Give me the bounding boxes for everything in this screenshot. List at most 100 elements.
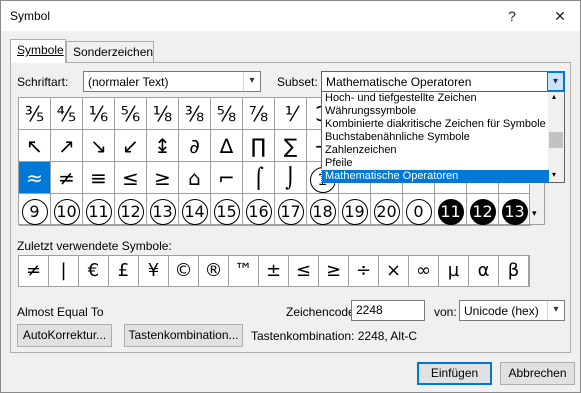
scroll-down-icon[interactable]: ▾ <box>552 170 556 179</box>
subset-option[interactable]: Mathematische Operatoren <box>321 169 550 184</box>
recent-symbol[interactable]: ≤ <box>289 256 319 286</box>
recent-symbol[interactable]: € <box>79 256 109 286</box>
cancel-button[interactable]: Abbrechen <box>500 362 575 385</box>
recent-symbols[interactable]: ≠ | € £ ¥ © ® ™ ± ≤ ≥ ÷ × ∞ µ α β <box>18 255 530 287</box>
recent-symbol[interactable]: | <box>49 256 79 286</box>
symbol-cell[interactable]: ≡ <box>83 162 115 194</box>
recent-symbol[interactable]: ∞ <box>409 256 439 286</box>
symbol-cell[interactable]: ⅝ <box>211 98 243 130</box>
recent-symbol[interactable]: ¥ <box>139 256 169 286</box>
scroll-up-icon[interactable]: ▴ <box>552 92 556 101</box>
symbol-cell[interactable]: 12 <box>115 194 147 226</box>
recent-symbol[interactable]: α <box>469 256 499 286</box>
help-button[interactable]: ? <box>501 5 523 27</box>
symbol-cell[interactable]: ↘ <box>83 130 115 162</box>
symbol-cell[interactable]: ⅘ <box>51 98 83 130</box>
recent-symbol[interactable]: ± <box>259 256 289 286</box>
subset-dropdown-list[interactable]: ▴ ▾ Hoch- und tiefgestellte Zeichen Währu… <box>321 91 565 184</box>
font-select[interactable]: (normaler Text) ▾ <box>83 71 261 92</box>
symbol-cell[interactable]: 14 <box>179 194 211 226</box>
symbol-cell[interactable]: 11 <box>83 194 115 226</box>
symbol-cell[interactable]: ↖ <box>19 130 51 162</box>
symbol-cell[interactable]: ↨ <box>147 130 179 162</box>
scroll-down-icon[interactable]: ▾ <box>532 208 537 219</box>
subset-option[interactable]: Pfeile <box>322 157 549 170</box>
autocorrect-button[interactable]: AutoKorrektur... <box>17 324 112 347</box>
symbol-cell[interactable]: 19 <box>339 194 371 226</box>
character-code-input[interactable]: 2248 <box>351 300 425 321</box>
from-select[interactable]: Unicode (hex) ▾ <box>459 300 565 321</box>
dialog-title: Symbol <box>10 9 51 23</box>
symbol-cell[interactable]: 13 <box>499 194 531 226</box>
symbol-cell[interactable]: 13 <box>147 194 179 226</box>
circled-number: 18 <box>309 199 336 225</box>
symbol-cell[interactable]: ↙ <box>115 130 147 162</box>
symbol-cell[interactable]: ⌐ <box>211 162 243 194</box>
chevron-down-icon[interactable]: ▾ <box>547 301 564 320</box>
symbol-cell[interactable]: ⅙ <box>83 98 115 130</box>
recent-symbol[interactable]: £ <box>109 256 139 286</box>
close-button[interactable]: ✕ <box>549 5 571 27</box>
recent-symbol[interactable]: ≥ <box>319 256 349 286</box>
symbol-cell[interactable]: ⅛ <box>147 98 179 130</box>
symbol-cell[interactable]: ≠ <box>51 162 83 194</box>
subset-select-value: Mathematische Operatoren <box>326 75 472 89</box>
symbol-cell[interactable]: ∏ <box>243 130 275 162</box>
circled-number: 16 <box>245 199 272 225</box>
subset-option[interactable]: Buchstabenähnliche Symbole <box>322 131 549 144</box>
subset-option[interactable]: Kombinierte diakritische Zeichen für Sym… <box>322 118 549 131</box>
symbol-cell[interactable]: ⌠ <box>243 162 275 194</box>
circled-number: 0 <box>405 199 432 225</box>
shortcut-key-button[interactable]: Tastenkombination... <box>124 324 243 347</box>
symbol-cell[interactable]: 17 <box>275 194 307 226</box>
insert-button[interactable]: Einfügen <box>417 362 492 385</box>
symbol-cell[interactable]: 10 <box>51 194 83 226</box>
recent-symbol[interactable]: ™ <box>229 256 259 286</box>
symbol-cell[interactable]: 12 <box>467 194 499 226</box>
symbol-cell[interactable]: 9 <box>19 194 51 226</box>
circled-number: 14 <box>181 199 208 225</box>
symbol-cell[interactable]: ≈ <box>19 162 51 194</box>
symbol-cell[interactable]: ∑ <box>275 130 307 162</box>
circled-number: 20 <box>373 199 400 225</box>
from-select-value: Unicode (hex) <box>464 304 539 318</box>
subset-option[interactable]: Zahlenzeichen <box>322 144 549 157</box>
symbol-cell[interactable]: 20 <box>371 194 403 226</box>
symbol-cell[interactable]: ∂ <box>179 130 211 162</box>
recent-symbol[interactable]: © <box>169 256 199 286</box>
tab-sonderzeichen[interactable]: Sonderzeichen <box>66 41 154 63</box>
symbol-cell[interactable]: ∆ <box>211 130 243 162</box>
symbol-cell[interactable]: ↗ <box>51 130 83 162</box>
scroll-thumb[interactable] <box>549 132 563 148</box>
symbol-cell[interactable]: 11 <box>435 194 467 226</box>
symbol-cell[interactable]: ⌡ <box>275 162 307 194</box>
symbol-cell[interactable]: 18 <box>307 194 339 226</box>
symbol-cell[interactable]: 15 <box>211 194 243 226</box>
recent-symbol[interactable]: × <box>379 256 409 286</box>
recent-symbol[interactable]: ® <box>199 256 229 286</box>
symbol-cell[interactable]: 0 <box>403 194 435 226</box>
recent-label: Zuletzt verwendete Symbole: <box>17 239 172 253</box>
subset-option[interactable]: Hoch- und tiefgestellte Zeichen <box>322 92 549 105</box>
symbol-cell[interactable]: ⌂ <box>179 162 211 194</box>
subset-select[interactable]: Mathematische Operatoren ▾ <box>321 71 565 92</box>
symbol-cell[interactable]: ≤ <box>115 162 147 194</box>
recent-symbol[interactable]: β <box>499 256 529 286</box>
symbol-cell[interactable]: ⅟ <box>275 98 307 130</box>
symbol-cell[interactable]: 16 <box>243 194 275 226</box>
symbol-cell[interactable]: ⅞ <box>243 98 275 130</box>
recent-symbol[interactable]: ≠ <box>19 256 49 286</box>
font-select-value: (normaler Text) <box>88 75 169 89</box>
circled-number: 13 <box>149 199 176 225</box>
symbol-cell[interactable]: ⅜ <box>179 98 211 130</box>
subset-option[interactable]: Währungssymbole <box>322 105 549 118</box>
tab-symbole[interactable]: Symbole <box>10 39 66 63</box>
recent-symbol[interactable]: ÷ <box>349 256 379 286</box>
recent-symbol[interactable]: µ <box>439 256 469 286</box>
symbol-cell[interactable]: ⅗ <box>19 98 51 130</box>
symbol-cell[interactable]: ⅚ <box>115 98 147 130</box>
dropdown-scrollbar[interactable]: ▴ ▾ <box>548 92 564 182</box>
chevron-down-icon[interactable]: ▾ <box>547 72 564 91</box>
symbol-cell[interactable]: ≥ <box>147 162 179 194</box>
chevron-down-icon[interactable]: ▾ <box>243 72 260 91</box>
